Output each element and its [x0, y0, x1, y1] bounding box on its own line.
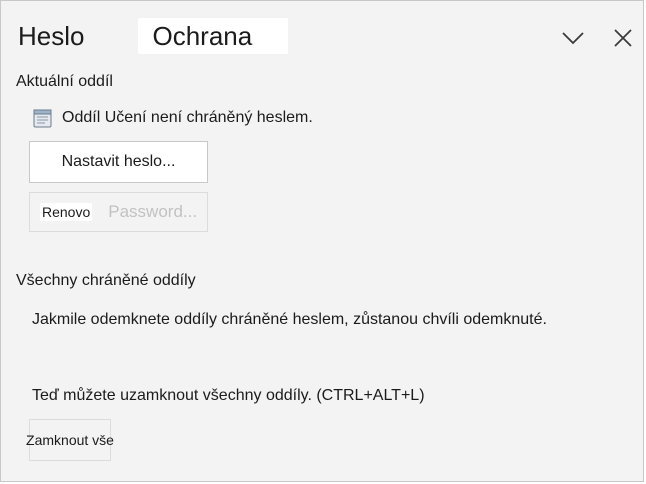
lock-all-info-text: Teď můžete uzamknout všechny oddíly. (CT… — [32, 387, 425, 404]
renew-label: Renovo — [40, 203, 93, 221]
set-password-button[interactable]: Nastavit heslo... — [29, 141, 208, 183]
chevron-down-icon — [562, 32, 584, 45]
renew-ghost-label: Password... — [108, 202, 198, 221]
all-protected-title: Všechny chráněné oddíly — [16, 272, 196, 289]
close-button[interactable] — [608, 23, 638, 53]
current-section-title: Aktuální oddíl — [16, 73, 113, 90]
lock-all-button[interactable]: Zamknout vše — [26, 419, 114, 461]
pane-title-tabs: Heslo Ochrana — [18, 18, 289, 54]
section-status-text: Oddíl Učení není chráněný heslem. — [62, 109, 313, 126]
unlock-info-text: Jakmile odemknete oddíly chráněné heslem… — [32, 311, 547, 328]
tab-protection[interactable]: Ochrana — [138, 18, 289, 54]
collapse-button[interactable] — [558, 23, 588, 53]
close-icon — [614, 29, 632, 47]
notebook-section-icon — [33, 109, 52, 128]
renew-password-button[interactable]: Renovo Password... — [29, 192, 208, 232]
password-pane: Heslo Ochrana Aktuální oddíl Oddíl Učení… — [0, 0, 644, 482]
pane-header: Heslo Ochrana — [1, 1, 643, 67]
section-status: Oddíl Učení není chráněný heslem. — [32, 107, 313, 129]
tab-password[interactable]: Heslo — [18, 18, 84, 54]
